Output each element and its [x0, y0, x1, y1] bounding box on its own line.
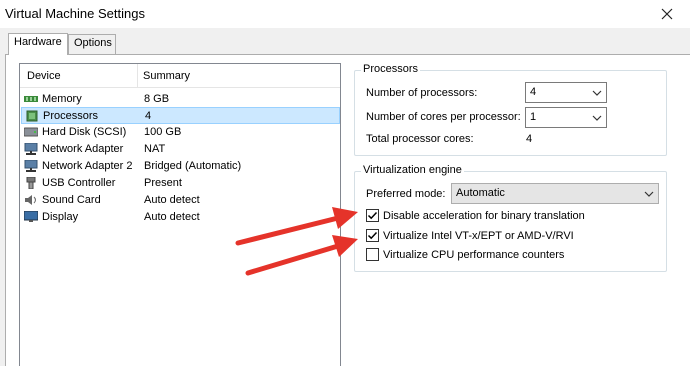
chevron-down-icon	[592, 90, 602, 96]
device-list[interactable]: Device Summary Memory 8 GB Processors 4 …	[19, 63, 341, 366]
chevron-down-icon	[592, 115, 602, 121]
virtualize-vtx-label[interactable]: Virtualize Intel VT-x/EPT or AMD-V/RVI	[383, 230, 574, 242]
checkmark-icon	[367, 231, 378, 240]
device-name: Processors	[43, 110, 99, 122]
total-cores-value: 4	[526, 133, 533, 145]
device-summary: Auto detect	[144, 211, 200, 223]
usb-icon	[26, 177, 36, 189]
virtualize-cpu-counters-label[interactable]: Virtualize CPU performance counters	[383, 249, 564, 261]
num-processors-value: 4	[530, 86, 537, 98]
virtualize-vtx-checkbox[interactable]	[366, 229, 379, 242]
device-summary: 4	[145, 110, 152, 122]
num-processors-select[interactable]: 4	[525, 82, 607, 103]
column-header-device[interactable]: Device	[27, 70, 61, 82]
cores-per-processor-label: Number of cores per processor:	[366, 111, 521, 123]
device-name: Sound Card	[42, 194, 101, 206]
network-adapter-icon	[24, 160, 38, 172]
device-summary: 100 GB	[144, 126, 182, 138]
cores-per-processor-select[interactable]: 1	[525, 107, 607, 128]
device-row-network-adapter-2[interactable]: Network Adapter 2 Bridged (Automatic)	[21, 158, 340, 175]
device-name: USB Controller	[42, 177, 116, 189]
close-icon	[661, 8, 673, 20]
num-processors-label: Number of processors:	[366, 87, 478, 99]
cores-per-processor-value: 1	[530, 111, 537, 123]
device-name: Display	[42, 211, 79, 223]
chevron-down-icon	[644, 191, 654, 197]
sound-card-icon	[25, 195, 36, 205]
disable-acceleration-checkbox[interactable]	[366, 209, 379, 222]
list-header: Device Summary	[20, 64, 340, 88]
title-bar: Virtual Machine Settings	[0, 0, 690, 28]
device-summary: Bridged (Automatic)	[144, 160, 242, 172]
preferred-mode-value: Automatic	[456, 187, 505, 199]
disable-acceleration-label[interactable]: Disable acceleration for binary translat…	[383, 210, 585, 222]
device-summary: 8 GB	[144, 93, 170, 105]
device-name: Memory	[42, 93, 82, 105]
device-row-display[interactable]: Display Auto detect	[21, 209, 340, 226]
device-row-usb-controller[interactable]: USB Controller Present	[21, 175, 340, 192]
hard-disk-icon	[24, 127, 38, 137]
device-summary: Present	[144, 177, 182, 189]
tab-hardware[interactable]: Hardware	[8, 33, 68, 55]
close-button[interactable]	[656, 3, 678, 25]
device-name: Network Adapter 2	[42, 160, 133, 172]
device-row-processors[interactable]: Processors 4	[21, 107, 340, 124]
device-row-network-adapter[interactable]: Network Adapter NAT	[21, 141, 340, 158]
virtualization-group-label: Virtualization engine	[361, 164, 464, 176]
virtualization-engine-group: Virtualization engine Preferred mode: Au…	[354, 164, 667, 272]
device-name: Network Adapter	[42, 143, 124, 155]
tab-hardware-label: Hardware	[14, 36, 62, 48]
processors-group: Processors Number of processors: 4 Numbe…	[354, 63, 667, 156]
device-row-hard-disk[interactable]: Hard Disk (SCSI) 100 GB	[21, 124, 340, 141]
device-row-memory[interactable]: Memory 8 GB	[21, 91, 340, 108]
memory-icon	[24, 96, 38, 102]
preferred-mode-select[interactable]: Automatic	[451, 183, 659, 204]
preferred-mode-label: Preferred mode:	[366, 188, 446, 200]
device-summary: NAT	[144, 143, 166, 155]
device-summary: Auto detect	[144, 194, 200, 206]
checkmark-icon	[367, 211, 378, 220]
window-title: Virtual Machine Settings	[5, 6, 145, 21]
total-cores-label: Total processor cores:	[366, 133, 474, 145]
device-row-sound-card[interactable]: Sound Card Auto detect	[21, 192, 340, 209]
processors-group-label: Processors	[361, 63, 421, 75]
column-header-summary[interactable]: Summary	[143, 70, 190, 82]
processor-icon	[26, 110, 38, 122]
tab-options[interactable]: Options	[68, 34, 116, 54]
tab-options-label: Options	[74, 37, 112, 49]
device-name: Hard Disk (SCSI)	[42, 126, 127, 138]
column-separator[interactable]	[137, 64, 138, 88]
display-icon	[24, 211, 38, 222]
virtualize-cpu-counters-checkbox[interactable]	[366, 248, 379, 261]
network-adapter-icon	[24, 143, 38, 155]
